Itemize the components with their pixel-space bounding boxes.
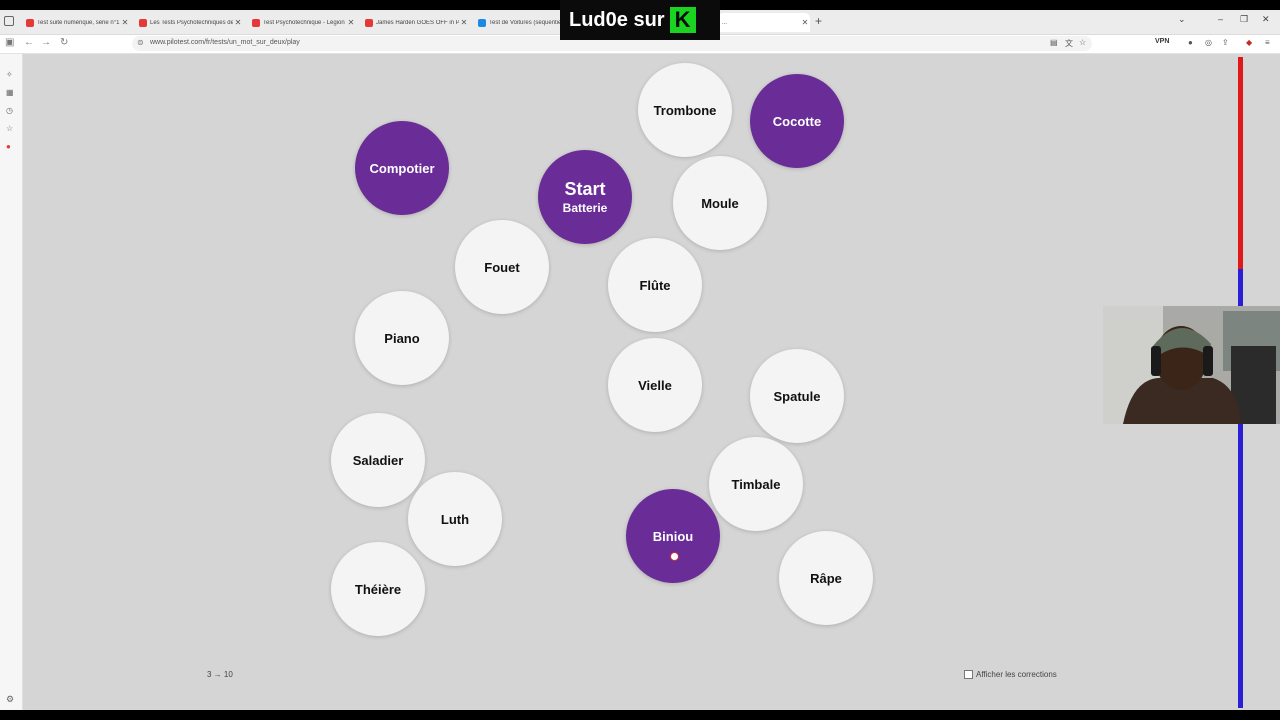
webcam-image [1103,306,1280,424]
word-bubble[interactable]: Moule [673,156,767,250]
tab-actions-icon[interactable] [4,16,14,26]
tab-title: Test de Voitures (séquentiel [489,19,560,26]
word-bubble-selected[interactable]: Compotier [355,121,449,215]
word-label: Fouet [484,259,520,275]
tab-5[interactable]: Test de Voitures (séquentiel [474,13,560,32]
word-label: Râpe [810,570,842,586]
progress-counter: 3 → 10 [207,670,233,679]
word-bubble[interactable]: Trombone [638,63,732,157]
site-info-icon[interactable]: ⊜ [137,38,144,47]
reload-icon[interactable]: ↻ [60,37,68,48]
webcam-overlay [1103,306,1280,424]
word-bubble[interactable]: Luth [408,472,502,566]
word-bubble[interactable]: Fouet [455,220,549,314]
word-bubble[interactable]: Saladier [331,413,425,507]
word-bubble[interactable]: Théière [331,542,425,636]
close-window-button[interactable]: ✕ [1262,14,1270,25]
word-bubble[interactable]: Piano [355,291,449,385]
word-label: Vielle [638,377,672,393]
close-icon[interactable]: ✕ [120,18,130,27]
tab-list-icon[interactable]: ⌄ [1178,14,1186,25]
vpn-button[interactable]: VPN [1155,38,1169,45]
corrections-label: Afficher les corrections [976,670,1057,679]
kick-logo-icon: K [669,7,696,33]
youtube-icon [252,18,260,27]
word-bubble[interactable]: Râpe [779,531,873,625]
word-bubble-selected[interactable]: Biniou [626,489,720,583]
tab-2[interactable]: Les Tests Psychotechniques de ✕ [135,13,243,32]
new-tab-button[interactable]: + [815,14,822,28]
sidebar-toggle-icon[interactable]: ▣ [5,37,14,48]
streamer-text: Lud0e sur [569,8,665,31]
word-label: Théière [354,581,402,597]
tab-1[interactable]: Test suite numérique, série n°1 ✕ [22,13,130,32]
youtube-icon [365,18,373,27]
close-icon[interactable]: ✕ [800,18,810,27]
bookmark-star-icon[interactable]: ☆ [1079,38,1086,47]
reader-icon[interactable]: ▤ [1050,38,1058,47]
word-bubble-selected[interactable]: Cocotte [750,74,844,168]
show-corrections-toggle[interactable]: Afficher les corrections [964,670,1057,679]
back-icon[interactable]: ← [24,37,34,48]
word-bubble[interactable]: Spatule [750,349,844,443]
youtube-icon [26,18,34,27]
corrections-checkbox[interactable] [964,670,973,679]
word-label: Cocotte [772,113,822,129]
reading-list-icon[interactable]: ▦ [6,88,14,97]
word-label: Timbale [731,476,781,492]
word-label: Biniou [652,528,694,544]
timer-elapsed-bar [1238,57,1243,269]
word-label: Luth [440,511,470,527]
word-label: Flûte [639,277,671,293]
forward-icon[interactable]: → [41,37,51,48]
tab-title: ... [722,19,728,26]
menu-icon[interactable]: ≡ [1265,38,1270,47]
tab-active[interactable]: ... ✕ [718,13,810,32]
minimize-button[interactable]: – [1218,14,1223,24]
word-label: Trombone [653,102,717,118]
shield-icon[interactable]: ◆ [1246,38,1252,47]
close-icon[interactable]: ✕ [233,18,243,27]
start-word-label: Batterie [562,201,608,215]
word-bubble[interactable]: Vielle [608,338,702,432]
browser-sidebar: ✧ ▦ ◷ ☆ ● ⚙ [0,54,23,710]
site-icon [478,18,486,27]
start-bubble[interactable]: Start Batterie [538,150,632,244]
youtube-icon [139,18,147,27]
url-text[interactable]: www.pilotest.com/fr/tests/un_mot_sur_deu… [150,39,300,46]
word-label: Piano [384,330,420,346]
word-label: Spatule [773,388,821,404]
tab-title: Test Psychotechnique - Légion [263,19,345,26]
tab-title: Test suite numérique, série n°1 [37,19,120,26]
stream-banner: Lud0e sur K [560,0,720,40]
share-icon[interactable]: ⇪ [1222,38,1229,47]
tab-4[interactable]: James Harden GOES OFF in Pro ✕ [361,13,469,32]
close-icon[interactable]: ✕ [346,18,356,27]
mouse-cursor-icon [670,552,679,561]
translate-icon[interactable]: 文 [1065,38,1073,49]
tab-title: James Harden GOES OFF in Pro [376,19,459,26]
tab-title: Les Tests Psychotechniques de [150,19,233,26]
word-bubble[interactable]: Timbale [709,437,803,531]
tab-3[interactable]: Test Psychotechnique - Légion ✕ [248,13,356,32]
wallet-icon[interactable]: ● [1188,38,1193,47]
ai-icon[interactable]: ✧ [6,70,13,79]
app-icon[interactable]: ● [6,142,11,151]
settings-gear-icon[interactable]: ⚙ [6,694,14,705]
close-icon[interactable]: ✕ [459,18,469,27]
word-label: Compotier [369,160,435,176]
extensions-icon[interactable]: ◎ [1205,38,1212,47]
word-bubble[interactable]: Flûte [608,238,702,332]
word-label: Saladier [352,452,404,468]
bookmarks-icon[interactable]: ☆ [6,124,13,133]
restore-button[interactable]: ❐ [1240,14,1248,25]
start-label: Start [564,179,606,199]
history-icon[interactable]: ◷ [6,106,13,115]
word-label: Moule [701,195,739,211]
